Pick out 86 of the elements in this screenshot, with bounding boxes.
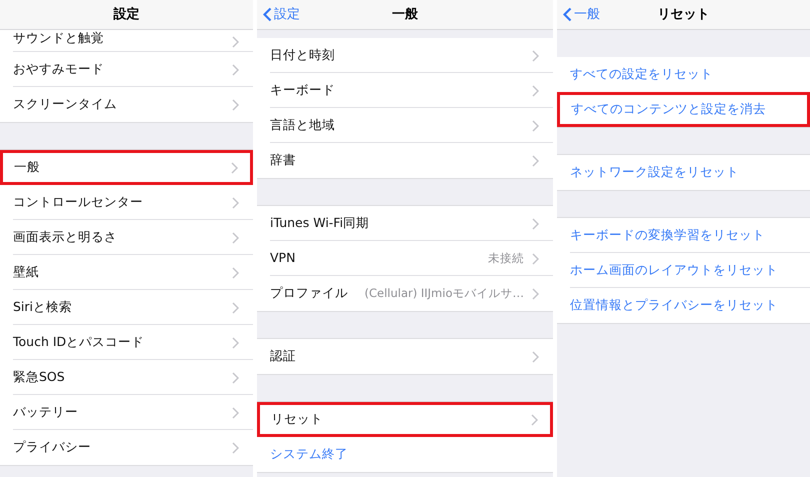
settings-row[interactable]: おやすみモード: [0, 52, 253, 87]
settings-row[interactable]: バッテリー: [0, 395, 253, 430]
row-label: 辞書: [270, 151, 296, 170]
row-label: 緊急SOS: [13, 368, 65, 386]
row-label: サウンドと触覚: [13, 29, 104, 48]
settings-row[interactable]: システム終了: [257, 437, 553, 472]
row-label: 日付と時刻: [270, 46, 335, 64]
chevron-icon: [232, 302, 239, 314]
chevron-icon: [232, 406, 239, 418]
settings-row[interactable]: 画面表示と明るさ: [0, 220, 253, 255]
chevron-icon: [532, 154, 539, 166]
row-detail: 未接続: [488, 250, 524, 267]
chevron-icon: [232, 266, 239, 278]
chevron-icon: [532, 84, 539, 96]
settings-row[interactable]: 緊急SOS: [0, 360, 253, 395]
chevron-icon: [532, 50, 539, 62]
back-chevron-icon: [563, 7, 572, 22]
action-label: すべての設定をリセット: [570, 65, 713, 84]
chevron-icon: [232, 232, 239, 244]
chevron-icon: [231, 162, 238, 174]
chevron-icon: [532, 288, 539, 300]
settings-row[interactable]: 認証: [257, 339, 553, 374]
action-label: ネットワーク設定をリセット: [570, 163, 739, 182]
row-label: VPN: [270, 249, 296, 268]
settings-row[interactable]: 言語と地域: [257, 108, 553, 143]
row-label: 壁紙: [13, 263, 39, 282]
chevron-icon: [232, 196, 239, 208]
settings-row[interactable]: Siriと検索: [0, 290, 253, 325]
back-button[interactable]: 設定: [263, 5, 300, 24]
chevron-icon: [232, 64, 239, 76]
row-label: Touch IDとパスコード: [13, 333, 144, 352]
settings-row[interactable]: キーボード: [257, 73, 553, 108]
chevron-icon: [232, 336, 239, 348]
settings-row[interactable]: VPN 未接続: [257, 241, 553, 276]
settings-row[interactable]: iTunes Wi-Fi同期: [257, 206, 553, 241]
screen-title: 設定: [114, 6, 140, 24]
row-label: キーボード: [270, 81, 335, 100]
row-label: 言語と地域: [270, 116, 335, 134]
settings-row[interactable]: 辞書: [257, 143, 553, 178]
row-label: 認証: [270, 347, 296, 366]
chevron-icon: [532, 350, 539, 362]
settings-row[interactable]: すべてのコンテンツと設定を消去: [557, 92, 810, 127]
action-label: キーボードの変換学習をリセット: [570, 226, 765, 244]
screen-title: 一般: [392, 6, 418, 24]
row-label: プライバシー: [13, 438, 91, 456]
settings-row[interactable]: 一般: [0, 150, 253, 185]
row-label: 画面表示と明るさ: [13, 228, 117, 246]
screen-title: リセット: [658, 6, 710, 24]
back-button[interactable]: 一般: [563, 5, 600, 24]
chevron-icon: [232, 36, 239, 48]
row-label: おやすみモード: [13, 60, 104, 78]
chevron-icon: [532, 218, 539, 230]
settings-row[interactable]: キーボードの変換学習をリセット: [557, 218, 810, 253]
chevron-icon: [232, 372, 239, 384]
row-label: スクリーンタイム: [13, 95, 117, 114]
row-label: バッテリー: [13, 403, 78, 422]
row-label: iTunes Wi-Fi同期: [270, 214, 370, 232]
action-label: すべてのコンテンツと設定を消去: [571, 100, 766, 118]
settings-row[interactable]: ネットワーク設定をリセット: [557, 155, 810, 190]
settings-row[interactable]: すべての設定をリセット: [557, 57, 810, 92]
action-label: システム終了: [270, 445, 348, 464]
chevron-icon: [531, 414, 538, 426]
settings-row[interactable]: 位置情報とプライバシーをリセット: [557, 288, 810, 323]
action-label: 位置情報とプライバシーをリセット: [570, 296, 778, 314]
chevron-icon: [232, 442, 239, 454]
row-detail: (Cellular) IIJmioモバイルサ…: [364, 284, 524, 302]
back-chevron-icon: [263, 7, 272, 22]
settings-row[interactable]: ホーム画面のレイアウトをリセット: [557, 253, 810, 288]
row-label: リセット: [271, 410, 323, 428]
settings-row[interactable]: リセット: [257, 402, 553, 437]
settings-row[interactable]: Touch IDとパスコード: [0, 325, 253, 360]
chevron-icon: [532, 252, 539, 264]
settings-row[interactable]: コントロールセンター: [0, 185, 253, 220]
settings-row[interactable]: プロファイル (Cellular) IIJmioモバイルサ…: [257, 276, 553, 311]
chevron-icon: [232, 98, 239, 110]
settings-row[interactable]: スクリーンタイム: [0, 87, 253, 122]
row-label: 一般: [14, 158, 40, 176]
settings-row[interactable]: 日付と時刻: [257, 38, 553, 73]
row-label: Siriと検索: [13, 298, 72, 316]
row-label: コントロールセンター: [13, 193, 143, 212]
row-label: プロファイル: [270, 284, 348, 302]
settings-row[interactable]: プライバシー: [0, 430, 253, 465]
action-label: ホーム画面のレイアウトをリセット: [570, 261, 778, 280]
settings-row[interactable]: 壁紙: [0, 255, 253, 290]
settings-row[interactable]: サウンドと触覚: [0, 30, 253, 52]
chevron-icon: [532, 120, 539, 132]
